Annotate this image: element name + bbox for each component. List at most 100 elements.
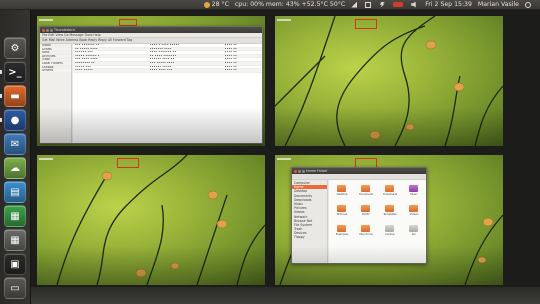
maximize-button[interactable] xyxy=(50,28,53,32)
power-indicator[interactable] xyxy=(376,0,390,10)
clock[interactable]: Fri 2 Sep 15:39 xyxy=(422,0,475,10)
network-icon xyxy=(351,1,358,8)
folder-icon[interactable] xyxy=(385,205,394,212)
folder-label: Ubuntu One xyxy=(359,233,373,236)
workspace-switcher-icon: ▭ xyxy=(10,282,20,294)
message-row[interactable]: •••• ••••• •••• •••• ••• •••• •• xyxy=(73,69,262,73)
folder-icon[interactable] xyxy=(409,205,418,212)
folder-icon[interactable] xyxy=(361,225,370,232)
window-title: Home Folder xyxy=(306,169,328,173)
message-cell: •••• •• xyxy=(224,54,237,58)
folder-icon[interactable] xyxy=(337,185,346,192)
launcher-ubuntu-one[interactable]: ▣ xyxy=(4,253,26,275)
sysmon-text: cpu: 00% mem: 43% +52.5°C 50°C xyxy=(234,0,346,8)
workspace-4[interactable]: Home Folder Computer Home Desktop Documents… xyxy=(275,155,503,285)
speaker-icon xyxy=(411,1,416,8)
session-menu[interactable] xyxy=(522,0,536,10)
folder-label: backup xyxy=(385,233,395,236)
folder-icon[interactable] xyxy=(337,205,346,212)
folder-icon[interactable] xyxy=(385,225,394,232)
workspace-3[interactable] xyxy=(37,155,265,285)
workspace-indicator xyxy=(119,19,137,26)
message-cell: •••• •• xyxy=(224,65,237,69)
places-item[interactable]: Floppy xyxy=(292,235,327,239)
message-list: ••• ••••••• •• •••• • •••• ••••• •••• •• ••… xyxy=(73,44,262,143)
folder-label: Downloads xyxy=(383,193,397,196)
sysmon-indicator[interactable]: cpu: 00% mem: 43% +52.5°C 50°C xyxy=(232,0,348,10)
folder-pane: Inbox Drafts Sent Archives Trash Local Folder… xyxy=(40,44,72,143)
folder-label: Music xyxy=(410,193,418,196)
wallpaper-stems xyxy=(56,155,265,285)
folder-item[interactable]: Unsent xyxy=(40,69,71,73)
launcher: ⚙ >_ ▬ ● ✉ ☁ ▤ ▦ ▦ ▣ ▭ xyxy=(0,10,31,304)
messaging-indicator[interactable] xyxy=(362,0,376,10)
message-cell: •••••• ••• xyxy=(75,51,93,54)
message-cell: ••• ••••• •••• xyxy=(149,61,175,65)
workspace-1[interactable]: Thunderbird File Edit View Go Message To… xyxy=(37,16,265,146)
minimize-button[interactable] xyxy=(46,28,49,32)
folder-icon[interactable] xyxy=(409,225,418,232)
top-panel: 28 °C cpu: 00% mem: 43% +52.5°C 50°C Fri… xyxy=(0,0,540,10)
bolt-icon xyxy=(379,1,386,8)
weather-text: 28 °C xyxy=(211,0,229,8)
terminal-icon: >_ xyxy=(8,66,22,78)
close-button[interactable] xyxy=(294,169,297,173)
message-cell: •••• •• xyxy=(224,44,237,47)
message-cell: •••• •• xyxy=(224,61,237,65)
launcher-firefox[interactable]: ● xyxy=(4,109,26,131)
weather-indicator[interactable]: 28 °C xyxy=(201,0,232,10)
message-cell: ••• •••• •••• xyxy=(75,58,98,61)
folder-label: Desktop xyxy=(336,193,348,196)
sound-indicator[interactable] xyxy=(408,0,422,10)
launcher-writer[interactable]: ▤ xyxy=(4,181,26,203)
folder-label: Public xyxy=(362,213,370,216)
running-indicator xyxy=(0,118,2,122)
running-indicator xyxy=(0,70,2,74)
thunderbird-icon: ✉ xyxy=(10,138,20,150)
running-indicator xyxy=(0,94,2,98)
launcher-terminal[interactable]: >_ xyxy=(4,61,26,83)
folder-icon[interactable] xyxy=(409,185,418,192)
message-cell: •••• • •••• ••••• xyxy=(149,44,180,47)
folder-label: Videos xyxy=(409,213,419,216)
wallpaper-stems xyxy=(275,16,503,146)
folder-label: Documents xyxy=(359,193,373,196)
message-cell: ••••• •••••• • xyxy=(75,54,100,58)
launcher-dash-home[interactable]: ⚙ xyxy=(4,37,26,59)
minimize-button[interactable] xyxy=(298,169,301,173)
user-name: Marian Vasile xyxy=(477,0,519,8)
folder-icon[interactable] xyxy=(337,225,346,232)
folder-icon[interactable] xyxy=(385,185,394,192)
nautilus-window[interactable]: Home Folder Computer Home Desktop Documents… xyxy=(291,167,427,264)
battery-indicator[interactable] xyxy=(390,0,408,10)
message-cell: •••••••• •• xyxy=(75,61,95,65)
dash-home-icon: ⚙ xyxy=(10,42,20,54)
workspace-2[interactable] xyxy=(275,16,503,146)
window-titlebar[interactable]: Home Folder xyxy=(292,168,426,174)
folder-icon[interactable] xyxy=(361,205,370,212)
maximize-button[interactable] xyxy=(302,169,305,173)
folder-label: Examples xyxy=(335,233,349,236)
window-titlebar[interactable]: Thunderbird xyxy=(40,27,262,33)
power-icon xyxy=(525,1,531,8)
network-indicator[interactable] xyxy=(348,0,362,10)
firefox-icon: ● xyxy=(10,114,20,126)
launcher-calc[interactable]: ▦ xyxy=(4,205,26,227)
files-icon: ▬ xyxy=(10,90,20,102)
launcher-workspace-switcher[interactable]: ▭ xyxy=(4,277,26,299)
folder-icon[interactable] xyxy=(361,185,370,192)
launcher-thunderbird[interactable]: ✉ xyxy=(4,133,26,155)
message-cell: •••• ••••••• •• xyxy=(149,51,177,54)
message-cell: •••• ••••• xyxy=(75,69,93,72)
message-cell: •••••• ••••• xyxy=(149,65,172,69)
close-button[interactable] xyxy=(42,28,45,32)
user-menu[interactable]: Marian Vasile xyxy=(475,0,522,10)
calc-icon: ▦ xyxy=(10,210,20,222)
message-cell: •••• •• xyxy=(224,51,237,54)
thunderbird-window[interactable]: Thunderbird File Edit View Go Message To… xyxy=(39,26,263,144)
sun-icon xyxy=(203,1,210,8)
folder-label: Templates xyxy=(383,213,397,216)
launcher-pidgin[interactable]: ☁ xyxy=(4,157,26,179)
launcher-calculator[interactable]: ▦ xyxy=(4,229,26,251)
launcher-files[interactable]: ▬ xyxy=(4,85,26,107)
